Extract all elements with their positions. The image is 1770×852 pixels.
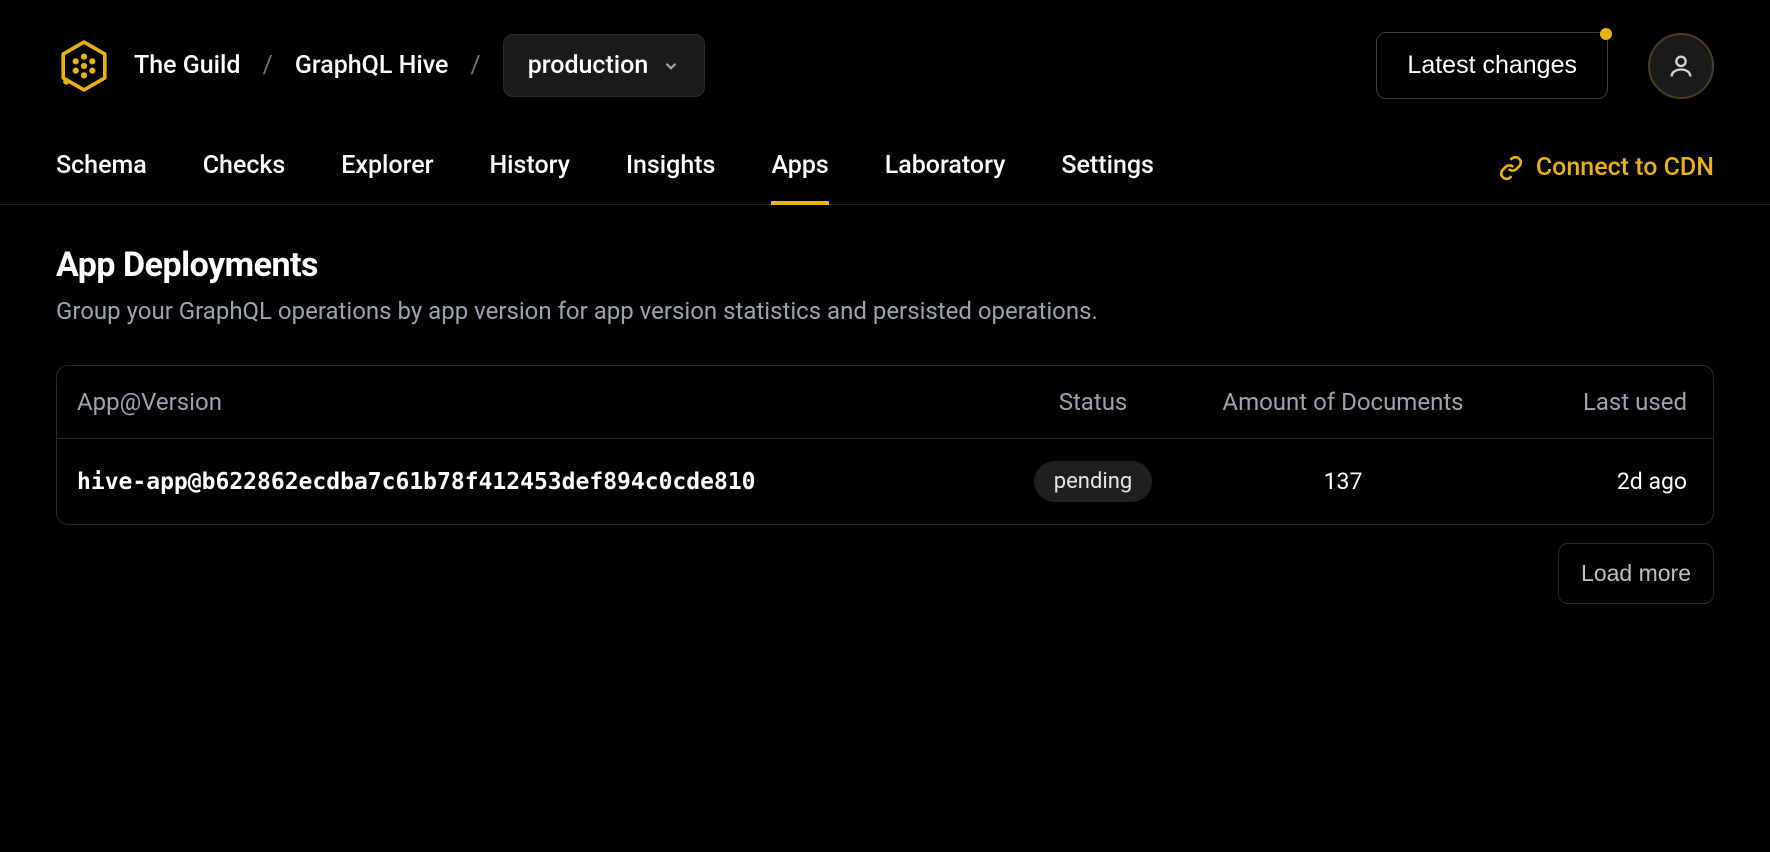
th-docs: Amount of Documents: [1193, 388, 1493, 416]
latest-changes-button[interactable]: Latest changes: [1376, 32, 1608, 99]
tab-schema[interactable]: Schema: [56, 131, 147, 204]
breadcrumb-org[interactable]: The Guild: [134, 51, 241, 80]
environment-select[interactable]: production: [503, 34, 706, 97]
connect-cdn-label: Connect to CDN: [1536, 153, 1714, 182]
cell-status: pending: [993, 461, 1193, 502]
chevron-down-icon: [662, 57, 680, 75]
tabs-nav: Schema Checks Explorer History Insights …: [0, 131, 1770, 205]
breadcrumb-separator: /: [470, 51, 480, 80]
breadcrumb-separator: /: [263, 51, 273, 80]
load-more-button[interactable]: Load more: [1558, 543, 1714, 604]
app-header: The Guild / GraphQL Hive / production La…: [0, 0, 1770, 131]
breadcrumb: The Guild / GraphQL Hive / production: [56, 34, 705, 97]
table-header: App@Version Status Amount of Documents L…: [57, 366, 1713, 438]
tab-laboratory[interactable]: Laboratory: [885, 131, 1006, 204]
tab-checks[interactable]: Checks: [203, 131, 286, 204]
notification-dot-icon: [1600, 28, 1612, 40]
table-row[interactable]: hive-app@b622862ecdba7c61b78f412453def89…: [57, 438, 1713, 524]
user-icon: [1667, 52, 1695, 80]
cell-last-used: 2d ago: [1493, 468, 1693, 495]
environment-label: production: [528, 51, 649, 80]
header-actions: Latest changes: [1376, 32, 1714, 99]
main-content: App Deployments Group your GraphQL opera…: [0, 205, 1770, 644]
th-last-used: Last used: [1493, 388, 1693, 416]
status-badge: pending: [1034, 461, 1152, 502]
cell-docs: 137: [1193, 468, 1493, 495]
cell-app-version: hive-app@b622862ecdba7c61b78f412453def89…: [77, 469, 993, 495]
link-icon: [1498, 155, 1524, 181]
tab-explorer[interactable]: Explorer: [341, 131, 433, 204]
th-status: Status: [993, 388, 1193, 416]
tab-settings[interactable]: Settings: [1061, 131, 1154, 204]
hive-logo-icon[interactable]: [56, 38, 112, 94]
page-subtitle: Group your GraphQL operations by app ver…: [56, 297, 1714, 325]
th-app-version: App@Version: [77, 388, 993, 416]
deployments-table: App@Version Status Amount of Documents L…: [56, 365, 1714, 525]
connect-cdn-link[interactable]: Connect to CDN: [1498, 153, 1714, 182]
tab-insights[interactable]: Insights: [626, 131, 716, 204]
tabs-list: Schema Checks Explorer History Insights …: [56, 131, 1154, 204]
load-more-row: Load more: [56, 543, 1714, 604]
user-avatar-button[interactable]: [1648, 33, 1714, 99]
page-title: App Deployments: [56, 245, 1714, 285]
breadcrumb-project[interactable]: GraphQL Hive: [295, 51, 449, 80]
tab-apps[interactable]: Apps: [771, 131, 828, 204]
tab-history[interactable]: History: [489, 131, 570, 204]
